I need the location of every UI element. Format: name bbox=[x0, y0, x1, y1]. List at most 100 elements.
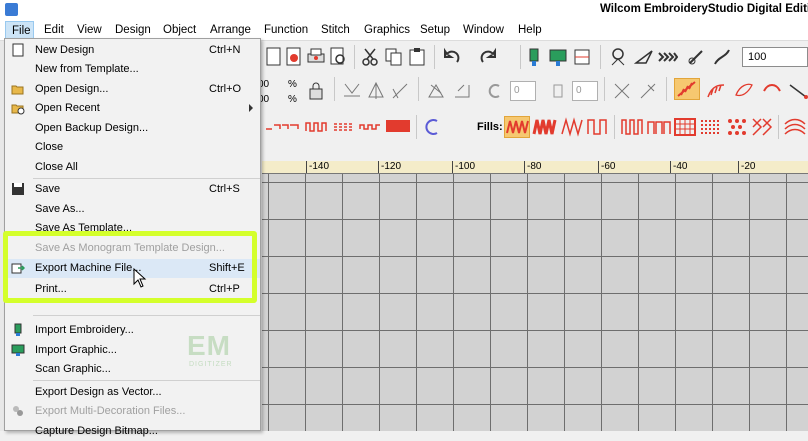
shell-stitch-icon[interactable] bbox=[706, 81, 726, 101]
square-wave-fill-icon[interactable] bbox=[620, 116, 646, 138]
menu-graphics[interactable]: Graphics bbox=[364, 24, 410, 36]
pattern-fill-icon[interactable] bbox=[698, 116, 724, 138]
hoop-icon[interactable] bbox=[608, 47, 628, 67]
menu-item-close[interactable]: Close bbox=[5, 138, 260, 157]
menu-arrange[interactable]: Arrange bbox=[210, 24, 251, 36]
cut-icon[interactable] bbox=[360, 47, 380, 67]
step-fill-icon[interactable] bbox=[586, 116, 612, 138]
column-fill-icon[interactable] bbox=[646, 116, 672, 138]
sawtooth-fill-icon[interactable] bbox=[560, 116, 586, 138]
lock-proportions-icon[interactable] bbox=[306, 81, 326, 101]
height-percent-label: % bbox=[288, 94, 297, 105]
rotate-angle-input[interactable]: 0 bbox=[510, 81, 536, 101]
reshape-icon[interactable] bbox=[612, 81, 632, 101]
menu-item-open-design[interactable]: Open Design... Ctrl+O bbox=[5, 80, 260, 99]
open-folder-icon bbox=[11, 85, 24, 95]
menu-item-save-as[interactable]: Save As... bbox=[5, 200, 260, 219]
save-icon bbox=[12, 183, 24, 195]
menu-item-label: New Design bbox=[35, 44, 95, 56]
wave-stitch-icon[interactable] bbox=[358, 117, 382, 137]
leaf-outline-icon[interactable] bbox=[734, 81, 754, 101]
print-icon[interactable] bbox=[306, 47, 326, 67]
mirror-horizontal-icon[interactable] bbox=[390, 81, 410, 101]
rotate-arrow-icon[interactable] bbox=[452, 81, 472, 101]
print-preview-icon[interactable] bbox=[328, 47, 348, 67]
menu-item-close-all[interactable]: Close All bbox=[5, 158, 260, 177]
zoom-input[interactable]: 100 bbox=[742, 47, 808, 67]
slant-angle-input[interactable]: 0 bbox=[572, 81, 598, 101]
copy-icon[interactable] bbox=[384, 47, 404, 67]
menu-item-open-recent[interactable]: Open Recent bbox=[5, 99, 260, 118]
thread-icon[interactable] bbox=[712, 47, 732, 67]
mirror-vertical-icon[interactable] bbox=[342, 81, 362, 101]
redo-icon[interactable] bbox=[478, 47, 498, 67]
run-stitch-icon[interactable] bbox=[264, 117, 300, 137]
embroidery-machine-icon[interactable] bbox=[524, 47, 544, 67]
menu-item-save[interactable]: Save Ctrl+S bbox=[5, 180, 260, 199]
new-design-icon[interactable] bbox=[264, 47, 284, 67]
paste-icon[interactable] bbox=[408, 47, 428, 67]
curve-stitch-icon[interactable] bbox=[762, 81, 782, 101]
menu-item-label: Export Multi-Decoration Files... bbox=[35, 405, 186, 417]
stitch-player-icon[interactable] bbox=[658, 47, 678, 67]
dots-fill-icon[interactable] bbox=[724, 116, 750, 138]
menu-item-shortcut: Ctrl+N bbox=[209, 44, 241, 56]
ruler-label: -120 bbox=[378, 161, 401, 173]
dense-zigzag-fill-icon[interactable] bbox=[532, 116, 558, 138]
menu-setup[interactable]: Setup bbox=[420, 24, 450, 36]
knife-icon[interactable] bbox=[638, 81, 658, 101]
ruler-label: -80 bbox=[524, 161, 541, 173]
skew-icon[interactable] bbox=[426, 81, 446, 101]
slant-icon[interactable] bbox=[548, 81, 568, 101]
submenu-arrow-icon bbox=[249, 104, 253, 112]
zigzag-fill-icon[interactable] bbox=[504, 116, 530, 138]
toolbar-separator bbox=[604, 77, 605, 101]
menu-item-label: Save As... bbox=[35, 203, 85, 215]
rotate-icon[interactable] bbox=[484, 81, 504, 101]
fills-label: Fills: bbox=[477, 121, 503, 133]
circle-outline-icon[interactable] bbox=[422, 117, 442, 137]
tatami-stitch-icon[interactable] bbox=[332, 117, 356, 137]
menu-item-label: Open Recent bbox=[35, 102, 100, 114]
line-stitch-icon[interactable] bbox=[788, 81, 808, 101]
grid-fill-icon[interactable] bbox=[672, 116, 698, 138]
new-from-template-icon[interactable] bbox=[284, 47, 304, 67]
menu-item-label: Scan Graphic... bbox=[35, 363, 111, 375]
travel-icon[interactable] bbox=[634, 47, 654, 67]
solid-fill-icon[interactable] bbox=[386, 120, 410, 132]
needle-icon[interactable] bbox=[686, 47, 706, 67]
menu-item-label: Capture Design Bitmap... bbox=[35, 425, 158, 437]
menu-window[interactable]: Window bbox=[463, 24, 504, 36]
menu-item-open-backup[interactable]: Open Backup Design... bbox=[5, 119, 260, 138]
menu-item-label: Close bbox=[35, 141, 64, 153]
cross-fill-icon[interactable] bbox=[750, 116, 776, 138]
graphic-import-icon[interactable] bbox=[548, 47, 568, 67]
mirror-center-icon[interactable] bbox=[366, 81, 386, 101]
menu-item-new-design[interactable]: New Design Ctrl+N bbox=[5, 41, 260, 60]
stitch-types-toolbar: Fills: bbox=[262, 111, 808, 143]
menu-stitch[interactable]: Stitch bbox=[321, 24, 350, 36]
menu-item-export-vector[interactable]: Export Design as Vector... bbox=[5, 383, 260, 402]
feather-stitch-icon[interactable] bbox=[674, 78, 700, 100]
menu-view[interactable]: View bbox=[77, 24, 102, 36]
menu-divider bbox=[33, 178, 260, 179]
scan-icon[interactable] bbox=[572, 47, 592, 67]
import-embroidery-icon bbox=[14, 323, 22, 336]
menu-function[interactable]: Function bbox=[264, 24, 308, 36]
menu-design[interactable]: Design bbox=[115, 24, 151, 36]
undo-icon[interactable] bbox=[442, 47, 462, 67]
menu-item-new-from-template[interactable]: New from Template... bbox=[5, 60, 260, 79]
design-canvas[interactable] bbox=[262, 174, 808, 431]
standard-toolbar: 100 bbox=[262, 41, 808, 73]
watermark-subtitle: DIGITIZER bbox=[189, 361, 233, 368]
horizontal-ruler: -140 -120 -100 -80 -60 -40 -20 bbox=[262, 161, 808, 174]
menu-help[interactable]: Help bbox=[518, 24, 542, 36]
menu-item-label: New from Template... bbox=[35, 63, 139, 75]
ruler-label: -20 bbox=[738, 161, 755, 173]
menu-item-capture-bitmap[interactable]: Capture Design Bitmap... bbox=[5, 422, 260, 441]
menu-object[interactable]: Object bbox=[163, 24, 196, 36]
satin-stitch-icon[interactable] bbox=[304, 117, 328, 137]
recent-folder-icon bbox=[11, 104, 25, 115]
contour-fill-icon[interactable] bbox=[782, 116, 808, 138]
menu-edit[interactable]: Edit bbox=[44, 24, 64, 36]
